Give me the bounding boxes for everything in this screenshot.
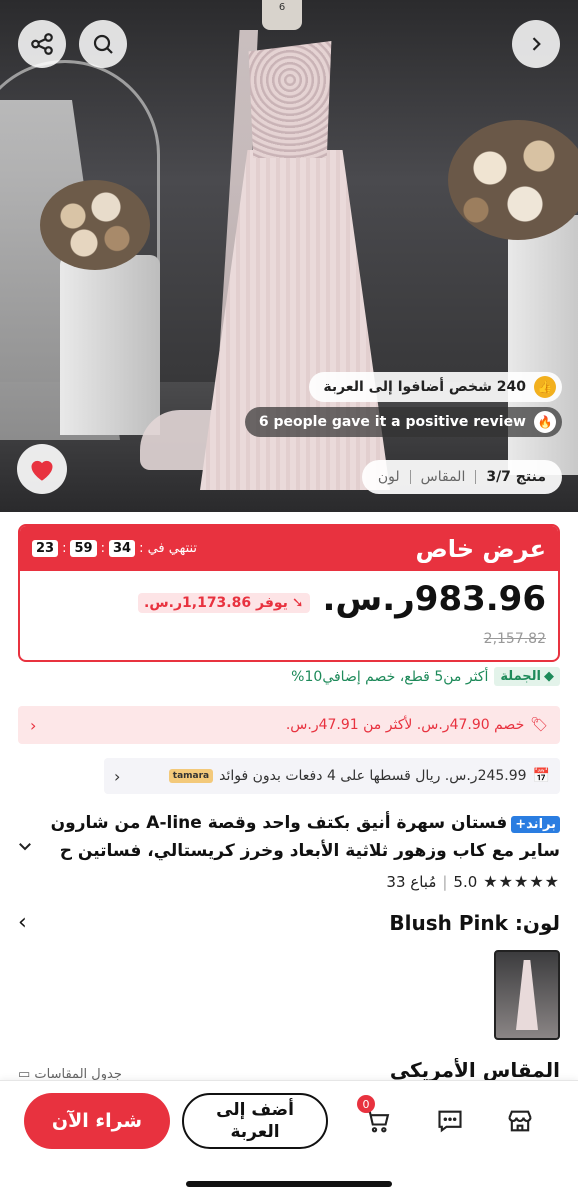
tag-icon: ◆ xyxy=(544,669,554,684)
fire-icon: 🔥 xyxy=(534,411,556,433)
share-icon xyxy=(31,33,53,55)
positive-review-pill: 6 people gave it a positive review 🔥 xyxy=(244,407,562,437)
countdown-timer: تنتهي في : 34 : 59 : 23 xyxy=(32,540,197,557)
sale-price: 983.96ر.س. xyxy=(322,579,546,619)
back-button[interactable] xyxy=(512,20,560,68)
coupon-tag-icon: 🏷 xyxy=(530,717,548,733)
installment-banner[interactable]: 📅 245.99ر.س. ريال قسطها على 4 دفعات بدون… xyxy=(104,758,560,794)
star-rating-icon: ★★★★★ xyxy=(483,872,560,891)
color-label: لون: xyxy=(514,910,560,935)
installment-text: 245.99ر.س. ريال قسطها على 4 دفعات بدون ف… xyxy=(219,768,527,784)
deal-title: عرض خاص xyxy=(415,534,546,563)
swatch-dress-thumbnail xyxy=(516,960,538,1030)
product-counter: منتج 3/7 xyxy=(486,469,546,485)
mannequin-neck: 6 xyxy=(262,0,302,30)
chevron-left-icon: ‹ xyxy=(114,766,121,786)
size-tab[interactable]: المقاس xyxy=(421,469,466,485)
special-offer-card: تنتهي في : 34 : 59 : 23 عرض خاص ➘ يوفر 1… xyxy=(18,524,560,662)
right-flowers xyxy=(448,120,578,240)
wholesale-text: أكثر من5 قطع، خصم إضافي10% xyxy=(291,668,489,685)
heart-icon xyxy=(31,460,53,481)
rating-row[interactable]: 33 مُباع | 5.0 ★★★★★ xyxy=(386,872,560,891)
chevron-down-icon xyxy=(19,843,31,851)
expand-title-button[interactable] xyxy=(16,836,34,860)
divider xyxy=(475,470,477,484)
wholesale-row: ◆ الجملة أكثر من5 قطع، خصم إضافي10% xyxy=(291,667,560,686)
add-to-cart-button[interactable]: أضف إلى العربة xyxy=(182,1093,328,1149)
product-title: براند+فستان سهرة أنيق بكتف واحد وقصة A-l… xyxy=(50,810,560,864)
title-line-2: ساير مع كاب وزهور ثلاثية الأبعاد وخرز كر… xyxy=(59,841,560,861)
chat-icon xyxy=(438,1110,462,1133)
thumbs-up-icon: 👍 xyxy=(534,376,556,398)
store-button[interactable] xyxy=(502,1103,538,1139)
color-selector[interactable]: ‹ لون: Blush Pink xyxy=(18,910,560,935)
calendar-icon: 📅 xyxy=(532,768,550,784)
chevron-left-icon: ‹ xyxy=(30,715,37,735)
share-button[interactable] xyxy=(18,20,66,68)
savings-badge: ➘ يوفر 1,173.86ر.س. xyxy=(138,593,310,613)
size-label: المقاس الأمريكي xyxy=(389,1058,560,1082)
store-icon xyxy=(508,1110,532,1132)
chat-button[interactable] xyxy=(432,1103,468,1139)
color-swatch[interactable] xyxy=(494,950,560,1040)
home-indicator xyxy=(186,1181,392,1187)
chevron-right-icon xyxy=(532,37,541,51)
image-counter-pill[interactable]: منتج 3/7 المقاس لون xyxy=(361,460,562,494)
brand-badge: براند+ xyxy=(511,816,560,833)
search-button[interactable] xyxy=(79,20,127,68)
size-selector[interactable]: ▭ جدول المقاسات المقاس الأمريكي xyxy=(18,1058,560,1082)
tamara-logo: tamara xyxy=(168,769,214,783)
color-tab[interactable]: لون xyxy=(378,469,400,485)
sold-count: 33 مُباع xyxy=(386,872,437,891)
buy-now-button[interactable]: شراء الآن xyxy=(24,1093,170,1149)
coupon-banner[interactable]: 🏷 خصم 47.90ر.س. لأكثر من 47.91ر.س. ‹ xyxy=(18,706,560,744)
rating-value: 5.0 xyxy=(453,872,478,891)
color-value: Blush Pink xyxy=(389,910,508,935)
wholesale-tag: ◆ الجملة xyxy=(494,667,560,686)
dress-bodice xyxy=(248,41,332,158)
timer-minutes: 59 xyxy=(70,540,97,557)
timer-seconds: 34 xyxy=(108,540,136,557)
tag-icon: ➘ xyxy=(291,595,304,611)
timer-hours: 23 xyxy=(32,540,59,557)
chevron-left-icon: ‹ xyxy=(18,910,27,935)
dress-skirt xyxy=(200,150,390,490)
divider xyxy=(409,470,411,484)
left-pedestal xyxy=(60,255,160,435)
wishlist-button[interactable] xyxy=(17,444,67,494)
left-flowers xyxy=(40,180,150,270)
bottom-action-bar: شراء الآن أضف إلى العربة 0 xyxy=(0,1080,578,1200)
coupon-text: خصم 47.90ر.س. لأكثر من 47.91ر.س. xyxy=(285,717,525,733)
cart-count-badge: 0 xyxy=(357,1095,375,1113)
original-price: 2,157.82 xyxy=(483,631,546,647)
title-line-1: فستان سهرة أنيق بكتف واحد وقصة A-line من… xyxy=(50,813,508,833)
product-image-gallery[interactable]: 6 240 شخص أضافوا إلى العربة 👍 6 people g… xyxy=(0,0,578,512)
cart-adds-pill: 240 شخص أضافوا إلى العربة 👍 xyxy=(309,372,562,402)
search-icon xyxy=(93,34,113,54)
